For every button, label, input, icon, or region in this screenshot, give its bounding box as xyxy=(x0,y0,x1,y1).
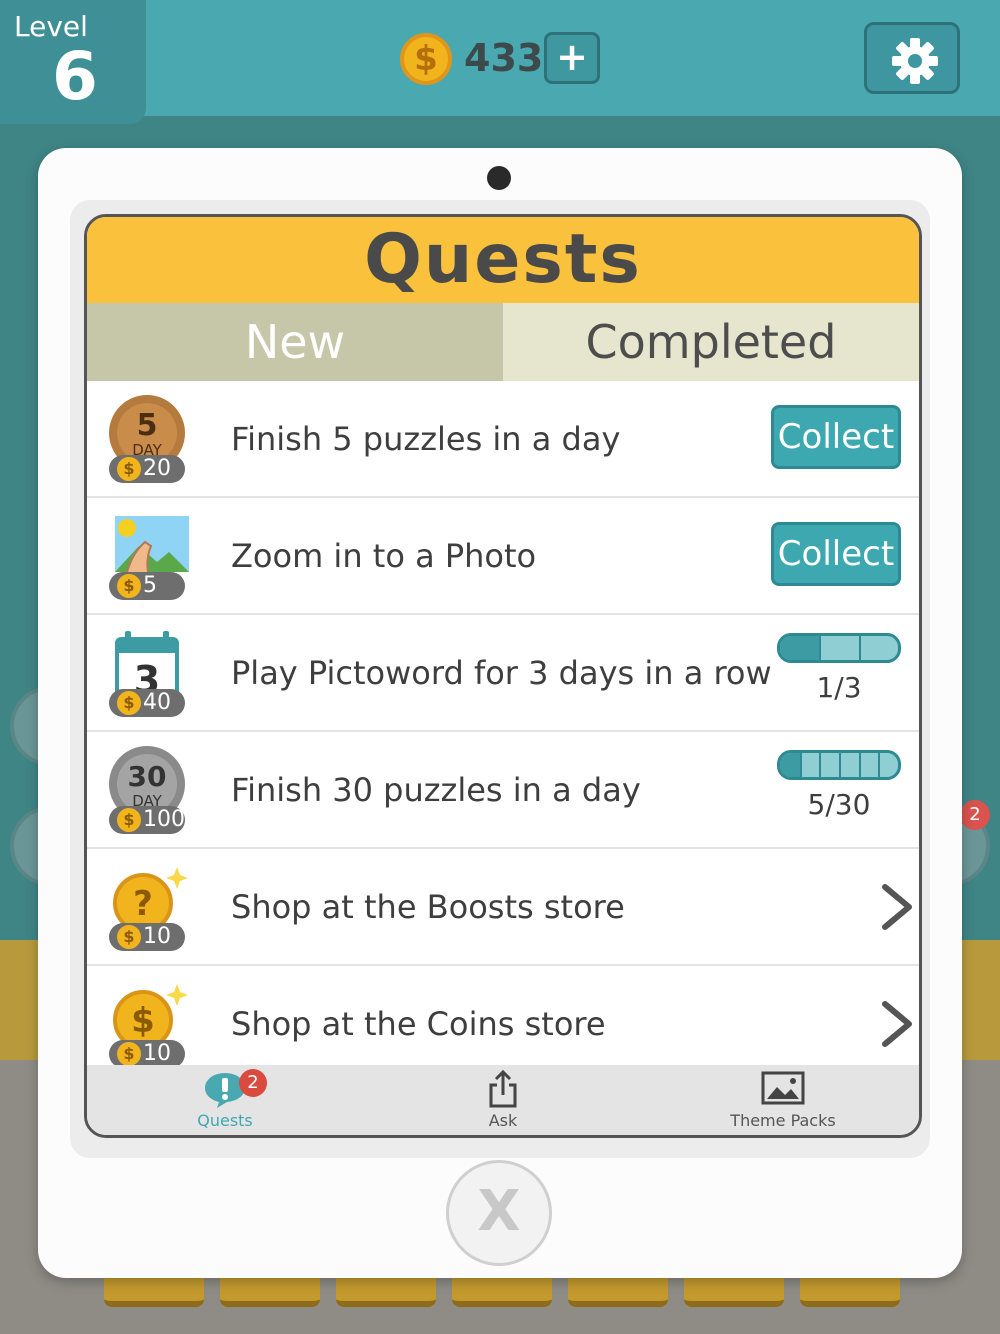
progress-segment-divider xyxy=(819,636,822,660)
photo-zoom-icon: $ 5 xyxy=(105,512,189,600)
icon-glyph: ? xyxy=(133,884,153,924)
collect-button[interactable]: Collect xyxy=(771,405,901,469)
silver-medal-icon: 30 DAY $ 100 xyxy=(105,746,189,834)
quest-row: 3 $ 40 Play Pictoword for 3 days in a ro… xyxy=(87,615,919,732)
progress-segment-divider xyxy=(819,753,822,777)
gear-icon xyxy=(892,38,938,84)
reward-badge: $ 10 xyxy=(109,1040,185,1068)
quest-text: Finish 5 puzzles in a day xyxy=(231,420,621,458)
nav-label: Ask xyxy=(488,1111,518,1130)
quest-text: Shop at the Boosts store xyxy=(231,888,625,926)
reward-badge: $ 10 xyxy=(109,923,185,951)
chevron-right-icon xyxy=(882,884,912,930)
reward-badge: $ 20 xyxy=(109,455,185,483)
add-coins-button[interactable]: + xyxy=(544,32,600,84)
share-icon xyxy=(489,1069,517,1108)
progress-fill xyxy=(780,636,820,660)
reward-amount: 20 xyxy=(143,456,171,481)
nav-label: Theme Packs xyxy=(730,1111,836,1130)
quest-row: 30 DAY $ 100 Finish 30 puzzles in a day … xyxy=(87,732,919,849)
progress-fill xyxy=(780,753,800,777)
progress-segment-divider xyxy=(858,636,861,660)
medal-number: 30 xyxy=(128,760,167,793)
quests-screen: Quests New Completed 5 DAY $ 20 Finish 5… xyxy=(84,214,922,1138)
reward-amount: 5 xyxy=(143,573,157,598)
tablet-camera xyxy=(487,166,511,190)
medal-number: 5 xyxy=(137,408,158,443)
nav-label: Quests xyxy=(197,1111,253,1130)
calendar-icon: 3 $ 40 xyxy=(105,629,189,717)
progress-segment-divider xyxy=(858,753,861,777)
progress-bar xyxy=(777,750,901,780)
progress-text: 1/3 xyxy=(816,671,862,704)
quests-header: Quests xyxy=(87,217,919,303)
coin-icon: $ xyxy=(117,808,141,832)
nav-quests[interactable]: 2 Quests xyxy=(175,1065,275,1135)
quest-row: $ 5 Zoom in to a Photo Collect xyxy=(87,498,919,615)
coin-icon: $ xyxy=(400,33,452,85)
progress-bar xyxy=(777,633,901,663)
tab-new[interactable]: New xyxy=(87,303,503,381)
reward-amount: 100 xyxy=(143,807,185,832)
bottom-nav: 2 Quests Ask Theme Packs xyxy=(87,1065,919,1135)
reward-amount: 10 xyxy=(143,1041,171,1066)
top-bar: Level 6 $ 433 + xyxy=(0,0,1000,124)
coin-icon: $ xyxy=(117,457,141,481)
progress-segment-divider xyxy=(799,753,802,777)
quest-text: Finish 30 puzzles in a day xyxy=(231,771,641,809)
quest-row[interactable]: ? $ 10 Shop at the Boosts store xyxy=(87,849,919,966)
tab-completed[interactable]: Completed xyxy=(503,303,919,381)
reward-badge: $ 100 xyxy=(109,806,185,834)
nav-ask[interactable]: Ask xyxy=(453,1065,553,1135)
nav-theme-packs[interactable]: Theme Packs xyxy=(713,1065,853,1135)
coin-count: 433 xyxy=(464,36,544,80)
settings-button[interactable] xyxy=(864,22,960,94)
progress-segment-divider xyxy=(878,753,881,777)
level-indicator: Level 6 xyxy=(0,0,146,124)
reward-badge: $ 5 xyxy=(109,572,185,600)
coin-icon: $ xyxy=(117,1042,141,1066)
bronze-medal-icon: 5 DAY $ 20 xyxy=(105,395,189,483)
coin-icon: $ xyxy=(117,925,141,949)
boost-coin-icon: ? $ 10 xyxy=(105,863,189,951)
quest-text: Play Pictoword for 3 days in a row xyxy=(231,654,772,692)
background-badge: 2 xyxy=(960,800,990,830)
coin-icon: $ xyxy=(117,691,141,715)
quest-text: Zoom in to a Photo xyxy=(231,537,537,575)
chevron-right-icon xyxy=(882,1001,912,1047)
level-number: 6 xyxy=(52,38,98,115)
icon-glyph: $ xyxy=(131,1001,155,1041)
reward-amount: 10 xyxy=(143,924,171,949)
quest-row: 5 DAY $ 20 Finish 5 puzzles in a day Col… xyxy=(87,381,919,498)
dialog-title: Quests xyxy=(364,220,642,299)
coin-icon: $ xyxy=(117,574,141,598)
image-icon xyxy=(761,1071,805,1105)
progress-text: 5/30 xyxy=(807,788,871,821)
collect-button[interactable]: Collect xyxy=(771,522,901,586)
coin-store-icon: $ $ 10 xyxy=(105,980,189,1068)
progress-segment-divider xyxy=(839,753,841,777)
quests-badge: 2 xyxy=(239,1069,267,1097)
close-button[interactable]: X xyxy=(446,1160,552,1266)
reward-amount: 40 xyxy=(143,690,171,715)
quests-dialog: Quests New Completed 5 DAY $ 20 Finish 5… xyxy=(38,148,962,1278)
reward-badge: $ 40 xyxy=(109,689,185,717)
